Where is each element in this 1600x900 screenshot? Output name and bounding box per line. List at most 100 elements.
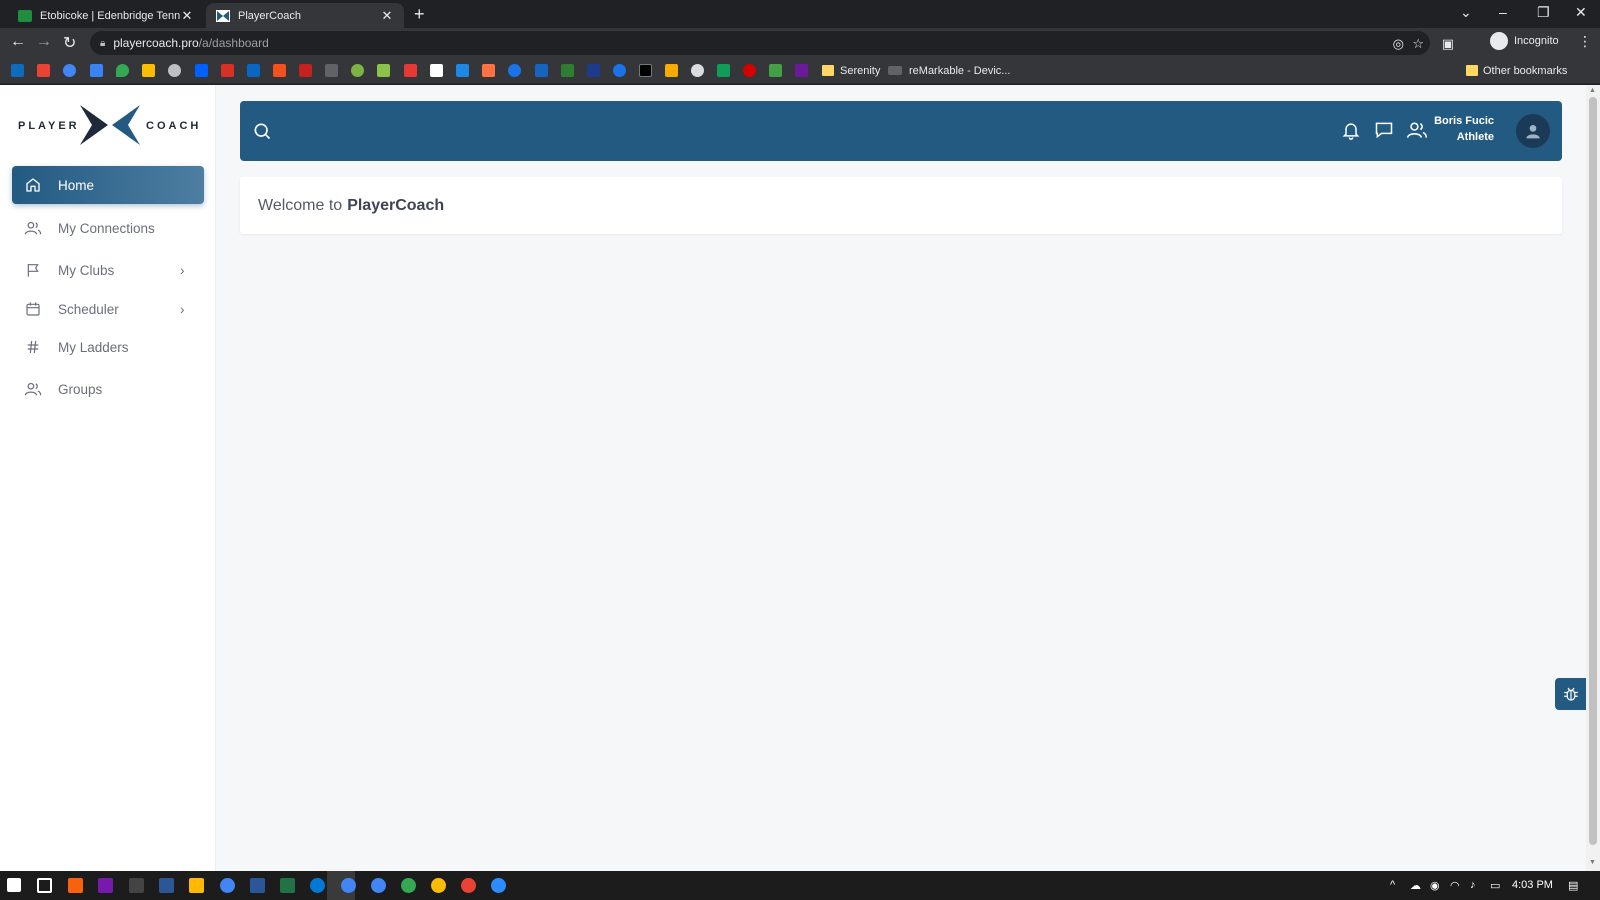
taskbar-chrome-icon[interactable] <box>461 878 476 893</box>
users-icon <box>24 219 42 237</box>
bookmark-drive-icon[interactable] <box>142 64 155 77</box>
side-panel-icon[interactable]: ▣ <box>1442 36 1454 52</box>
windows-start-icon[interactable] <box>7 878 21 892</box>
taskbar-onenote-icon[interactable] <box>98 878 113 893</box>
sidebar-item-my-clubs[interactable]: My Clubs › <box>12 251 204 289</box>
logo-word-player: PLAYER <box>18 120 80 132</box>
bookmark-site-icon[interactable] <box>482 64 495 77</box>
bookmark-site-icon[interactable] <box>717 64 730 77</box>
bookmark-site-icon[interactable] <box>587 64 600 77</box>
close-tab-icon[interactable]: ✕ <box>180 8 194 24</box>
close-tab-icon[interactable]: ✕ <box>380 8 394 24</box>
taskbar-app-icon[interactable] <box>310 878 325 893</box>
bookmark-td-icon[interactable] <box>561 64 574 77</box>
scroll-down-arrow-icon[interactable]: ▼ <box>1589 859 1596 866</box>
users-icon <box>24 380 42 398</box>
taskbar-zoom-icon[interactable] <box>491 878 506 893</box>
close-window-button[interactable]: ✕ <box>1575 4 1587 21</box>
address-bar[interactable]: 🔒︎ playercoach.pro /a/dashboard <box>90 31 1430 55</box>
minimize-button[interactable]: – <box>1499 4 1507 20</box>
bookmark-site-icon[interactable] <box>665 64 678 77</box>
tray-wifi-icon[interactable]: ◠ <box>1450 879 1460 892</box>
bookmark-site-icon[interactable] <box>351 64 364 77</box>
sidebar-item-scheduler[interactable]: Scheduler › <box>12 290 204 328</box>
bookmark-site-icon[interactable] <box>299 64 312 77</box>
browser-tab-edenbridge[interactable]: Etobicoke | Edenbridge Tennis Cl ✕ <box>8 3 204 28</box>
bookmark-site-icon[interactable] <box>508 64 521 77</box>
taskbar-file-explorer-icon[interactable] <box>189 878 204 893</box>
tab-search-icon[interactable]: ⌄ <box>1460 4 1472 21</box>
bookmark-site-icon[interactable] <box>325 64 338 77</box>
bookmark-site-icon[interactable] <box>535 64 548 77</box>
taskbar-excel-icon[interactable] <box>280 878 295 893</box>
sidebar-item-home[interactable]: Home <box>12 166 204 204</box>
back-arrow-icon[interactable]: ← <box>10 33 26 51</box>
taskbar-chrome-icon[interactable] <box>431 878 446 893</box>
search-icon[interactable] <box>252 121 272 146</box>
bookmark-linkedin-icon[interactable] <box>247 64 260 77</box>
playercoach-logo[interactable]: PLAYER COACH <box>18 103 204 147</box>
bookmark-site-icon[interactable] <box>63 64 76 77</box>
sidebar-item-my-ladders[interactable]: My Ladders <box>12 328 204 366</box>
bookmark-star-icon[interactable]: ☆ <box>1412 36 1424 52</box>
bookmark-remarkable[interactable]: reMarkable - Devic... <box>909 65 1010 77</box>
scroll-up-arrow-icon[interactable]: ▲ <box>1589 87 1596 94</box>
sidebar-item-my-connections[interactable]: My Connections <box>12 209 204 247</box>
bookmark-gmail-icon[interactable] <box>37 64 50 77</box>
taskbar-chrome-icon[interactable] <box>220 878 235 893</box>
user-avatar[interactable] <box>1516 114 1550 148</box>
bookmark-site-icon[interactable] <box>273 64 286 77</box>
tray-vpn-icon[interactable]: ◉ <box>1430 879 1440 892</box>
taskbar-chrome-icon[interactable] <box>371 878 386 893</box>
taskbar-app-icon[interactable] <box>129 878 144 893</box>
bookmark-site-icon[interactable] <box>743 64 756 77</box>
bookmark-apple-icon[interactable] <box>168 64 181 77</box>
browser-tab-playercoach[interactable]: PlayerCoach ✕ <box>206 3 404 28</box>
task-view-icon[interactable] <box>37 878 52 893</box>
new-tab-button[interactable]: + <box>414 4 425 25</box>
bug-report-button[interactable] <box>1555 678 1587 710</box>
bookmark-site-icon[interactable] <box>221 64 234 77</box>
bookmark-site-icon[interactable] <box>404 64 417 77</box>
calendar-icon <box>24 300 42 318</box>
tray-battery-icon[interactable]: ▭ <box>1490 879 1500 892</box>
bookmark-site-icon[interactable] <box>90 64 103 77</box>
tray-expand-icon[interactable]: ^ <box>1390 879 1395 891</box>
eye-off-icon[interactable]: ◎ <box>1393 36 1404 52</box>
bookmark-playercoach-icon[interactable] <box>430 64 443 77</box>
bookmark-site-icon[interactable] <box>769 64 782 77</box>
bookmark-nytimes-icon[interactable] <box>691 64 704 77</box>
taskbar-chrome-icon[interactable] <box>401 878 416 893</box>
bookmark-dropbox-icon[interactable] <box>195 64 208 77</box>
taskbar-chrome-icon[interactable] <box>341 878 356 893</box>
scrollbar-thumb[interactable] <box>1589 97 1597 845</box>
bookmark-site-icon[interactable] <box>377 64 390 77</box>
incognito-label: Incognito <box>1514 35 1559 47</box>
bookmark-serenity[interactable]: Serenity <box>840 65 880 77</box>
folder-icon <box>1466 65 1478 76</box>
tray-app-icon[interactable]: ☁ <box>1410 879 1421 892</box>
notification-bell-icon[interactable] <box>1341 119 1361 146</box>
notification-center-icon[interactable]: ▤ <box>1568 879 1578 892</box>
incognito-indicator[interactable]: Incognito <box>1490 32 1559 50</box>
taskbar-app-icon[interactable] <box>159 878 174 893</box>
reload-icon[interactable]: ↻ <box>63 33 76 53</box>
bookmark-site-icon[interactable] <box>795 64 808 77</box>
taskbar-outlook-icon[interactable] <box>68 878 83 893</box>
other-bookmarks[interactable]: Other bookmarks <box>1483 65 1567 77</box>
playercoach-app: PLAYER COACH Home My Connections My Club… <box>0 85 1600 871</box>
bookmark-site-icon[interactable] <box>456 64 469 77</box>
sidebar-item-groups[interactable]: Groups <box>12 370 204 408</box>
taskbar-word-icon[interactable] <box>250 878 265 893</box>
page-scrollbar[interactable]: ▲ ▼ <box>1586 85 1600 871</box>
forward-arrow-icon[interactable]: → <box>36 33 52 51</box>
browser-menu-icon[interactable]: ⋮ <box>1578 33 1592 50</box>
taskbar-clock[interactable]: 4:03 PM <box>1512 879 1553 891</box>
restore-button[interactable]: ❐ <box>1537 4 1550 21</box>
user-name[interactable]: Boris Fucic <box>1390 115 1494 127</box>
bookmark-site-icon[interactable] <box>613 64 626 77</box>
tray-volume-icon[interactable]: ♪ <box>1470 879 1476 891</box>
bookmark-medium-icon[interactable] <box>639 64 652 77</box>
bookmark-outlook-icon[interactable] <box>11 64 24 77</box>
bookmark-maps-icon[interactable] <box>116 64 129 77</box>
